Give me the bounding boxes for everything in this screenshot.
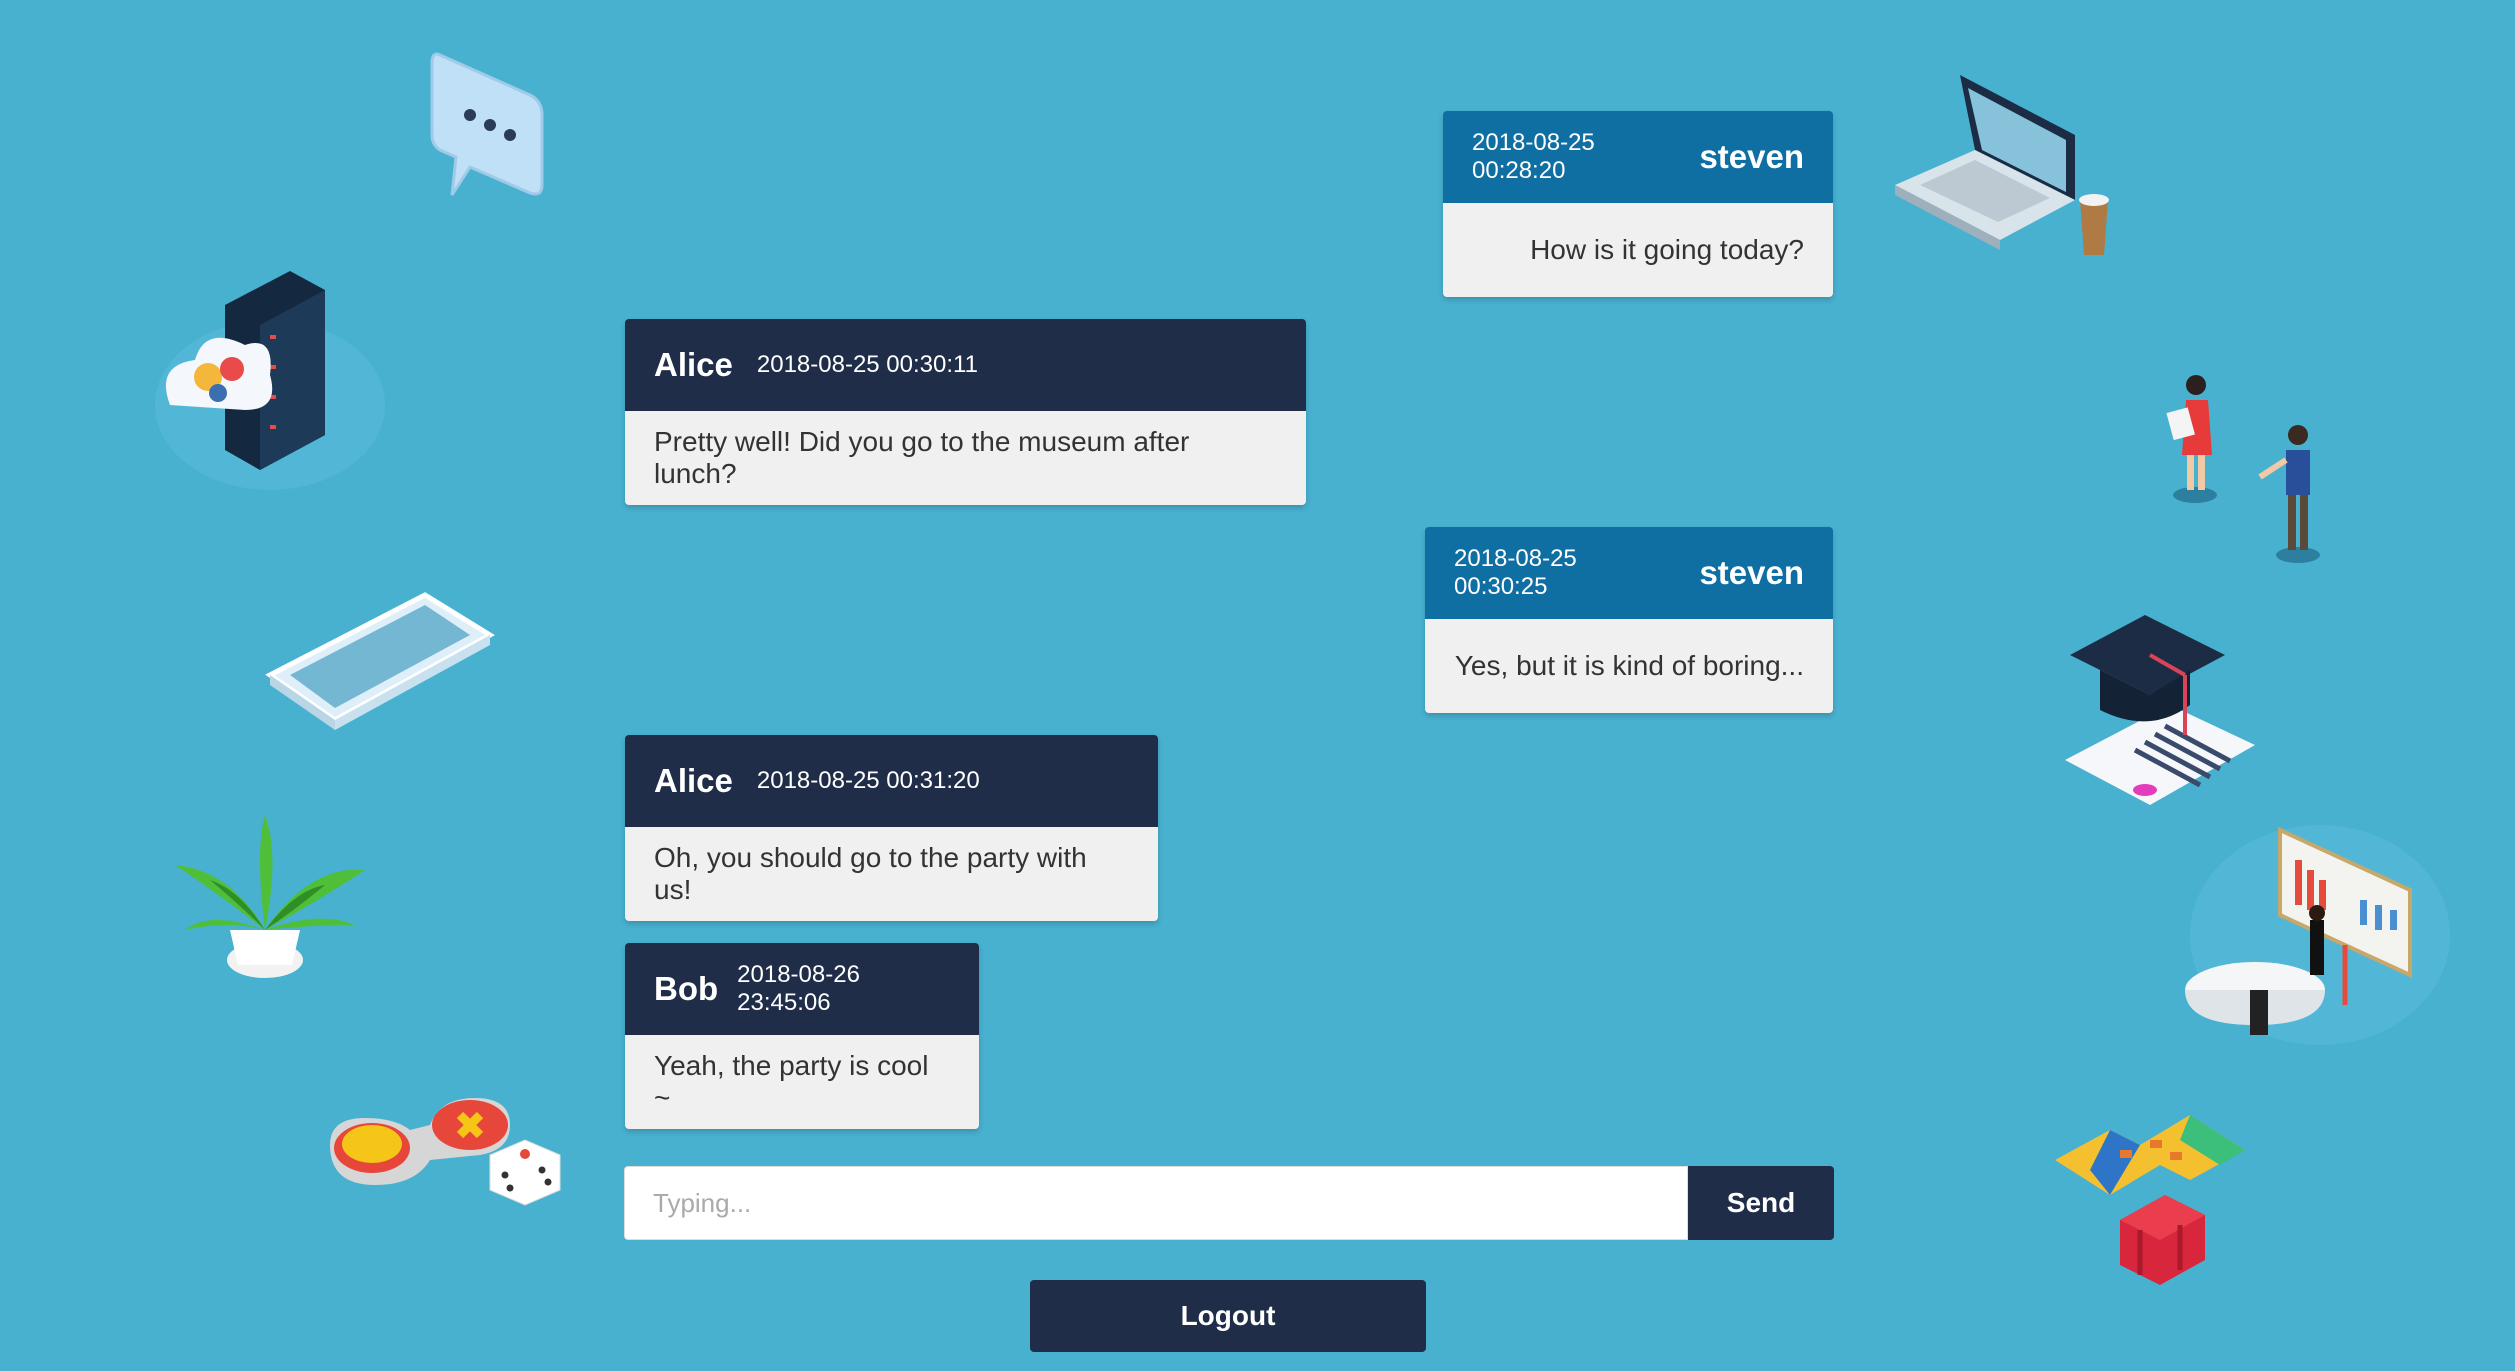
- message-time: 2018-08-25 00:28:20: [1472, 129, 1595, 184]
- presentation-icon: [2185, 825, 2450, 1045]
- message-text: Yes, but it is kind of boring...: [1425, 619, 1833, 713]
- message-time: 2018-08-25 00:30:25: [1454, 545, 1577, 600]
- message-text: Yeah, the party is cool ~: [625, 1035, 979, 1129]
- message-header: 2018-08-25 00:28:20 steven: [1443, 111, 1833, 203]
- message-text: Pretty well! Did you go to the museum af…: [625, 411, 1306, 505]
- message: Alice 2018-08-25 00:31:20 Oh, you should…: [625, 735, 1158, 921]
- plant-icon: [175, 815, 365, 978]
- send-button[interactable]: Send: [1688, 1166, 1834, 1240]
- laptop-coffee-icon: [1895, 75, 2109, 255]
- graduation-icon: [2065, 615, 2255, 805]
- message-author: steven: [1699, 554, 1804, 591]
- message: Alice 2018-08-25 00:30:11 Pretty well! D…: [625, 319, 1306, 505]
- message: 2018-08-25 00:30:25 steven Yes, but it i…: [1425, 527, 1833, 713]
- logout-button[interactable]: Logout: [1030, 1280, 1426, 1352]
- message-time: 2018-08-25 00:30:11: [756, 351, 978, 378]
- message-header: Alice 2018-08-25 00:30:11: [625, 319, 1306, 411]
- message-header: Alice 2018-08-25 00:31:20: [625, 735, 1158, 827]
- map-suitcase-icon: [2055, 1115, 2245, 1285]
- message-author: Bob: [654, 970, 719, 1007]
- message-text: Oh, you should go to the party with us!: [625, 827, 1158, 921]
- chat-bubble-icon: [430, 52, 544, 196]
- message-text: How is it going today?: [1443, 203, 1833, 297]
- cloud-server-icon: [155, 271, 385, 490]
- message-input[interactable]: [624, 1166, 1688, 1240]
- message-header: 2018-08-25 00:30:25 steven: [1425, 527, 1833, 619]
- message-author: steven: [1699, 138, 1804, 175]
- smartphone-icon: [265, 592, 495, 730]
- message-header: Bob 2018-08-26 23:45:06: [625, 943, 979, 1035]
- gamepad-dice-icon: [330, 1098, 561, 1206]
- message: Bob 2018-08-26 23:45:06 Yeah, the party …: [625, 943, 979, 1129]
- message: 2018-08-25 00:28:20 steven How is it goi…: [1443, 111, 1833, 297]
- message-author: Alice: [654, 346, 733, 383]
- people-icon: [2166, 375, 2320, 563]
- message-time: 2018-08-26 23:45:06: [737, 961, 860, 1016]
- message-time: 2018-08-25 00:31:20: [756, 767, 980, 794]
- message-author: Alice: [654, 762, 733, 799]
- message-composer: Send: [624, 1166, 1834, 1240]
